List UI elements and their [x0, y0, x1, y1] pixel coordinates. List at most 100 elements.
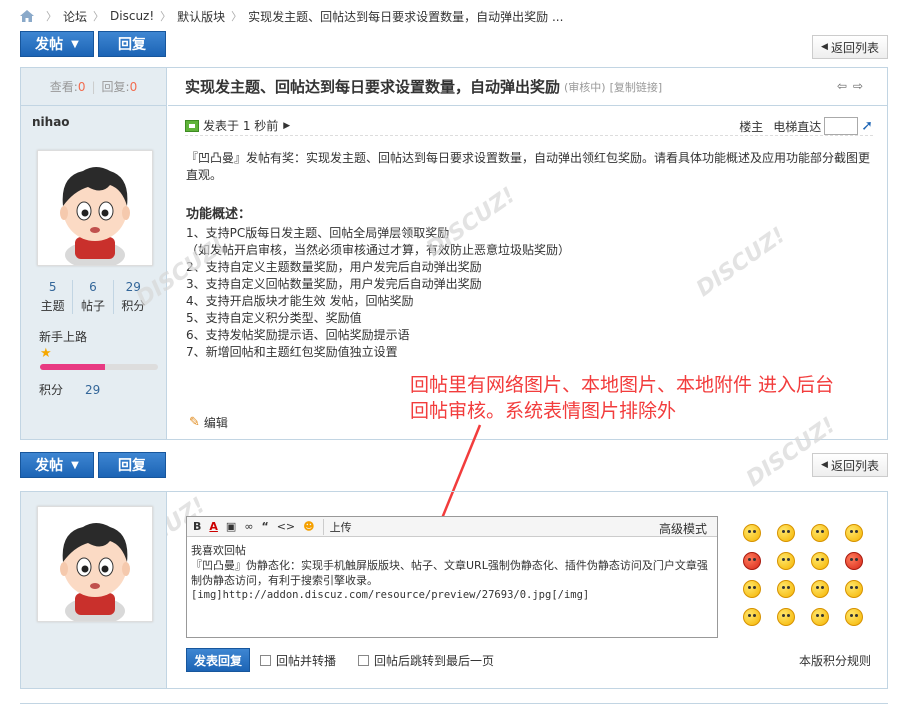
feature-line: （如发帖开启审核，当然必须审核通过才算，有效防止恶意垃圾贴奖励） [186, 243, 571, 257]
font-color-icon[interactable]: A [209, 520, 218, 533]
level-progress-fill [40, 364, 105, 370]
post-meta: 发表于 1 秒前 ▶ 楼主 电梯直达 ➚ [185, 116, 873, 136]
reply-button[interactable]: 回复 [98, 31, 166, 57]
smiley-icon[interactable]: ☻ [303, 520, 314, 533]
credits-counter[interactable]: 29 积分 [114, 280, 153, 314]
breadcrumb-separator: 〉 [231, 10, 243, 23]
repost-checkbox[interactable]: 回帖并转播 [260, 652, 336, 669]
code-icon[interactable]: <> [277, 520, 295, 533]
thread-title-row: 实现发主题、回帖达到每日要求设置数量，自动弹出奖励 (审核中) [复制链接] ⇦… [168, 68, 887, 106]
thread-nav-arrows-icon[interactable]: ⇦⇨ [837, 79, 869, 93]
repost-label: 回帖并转播 [276, 653, 337, 668]
breadcrumb-discuz[interactable]: Discuz! [110, 9, 154, 23]
angry-smiley-icon[interactable] [743, 552, 761, 570]
love-smiley-icon[interactable] [845, 552, 863, 570]
breadcrumb-forum[interactable]: 论坛 [63, 8, 87, 25]
link-icon[interactable]: ∞ [244, 520, 253, 533]
go-arrow-icon[interactable]: ➚ [861, 118, 873, 134]
checkbox-box[interactable] [260, 654, 271, 666]
quote-icon[interactable]: “ [261, 520, 268, 533]
return-list-button[interactable]: ◀ 返回列表 [812, 35, 888, 59]
smiley-panel [743, 524, 881, 626]
posts-counter[interactable]: 6 帖子 [73, 280, 114, 314]
smiley-icon[interactable] [811, 608, 829, 626]
red-annotation: 回帖里有网络图片、本地图片、本地附件 进入后台 回帖审核。系统表情图片排除外 [410, 372, 834, 424]
annotation-line: 回帖里有网络图片、本地图片、本地附件 进入后台 [410, 374, 835, 396]
upload-button[interactable]: 上传 [322, 518, 352, 535]
smiley-icon[interactable] [743, 580, 761, 598]
reply-button-label: 回复 [118, 37, 146, 53]
views-label: 查看: [49, 80, 78, 94]
feature-line: 6、支持发帖奖励提示语、回帖奖励提示语 [186, 328, 410, 342]
breadcrumb-separator: 〉 [160, 10, 172, 23]
caret-down-icon: ▼ [71, 38, 79, 50]
post-content: 『凹凸曼』发帖有奖：实现发主题、回帖达到每日要求设置数量，自动弹出领红包奖励。请… [186, 150, 876, 361]
editor-textarea[interactable]: 我喜欢回帖 『凹凸曼』伪静态化：实现手机触屏版版块、帖子、文章URL强制伪静态化… [187, 537, 717, 609]
triangle-right-icon[interactable]: ▶ [283, 121, 290, 131]
posts-count: 6 [89, 280, 97, 294]
smiley-icon[interactable] [811, 580, 829, 598]
topics-count: 5 [48, 280, 57, 294]
views-count: 0 [77, 79, 86, 94]
smiley-icon[interactable] [777, 608, 795, 626]
credit-rules-link[interactable]: 本版积分规则 [799, 652, 871, 669]
post-button-bottom[interactable]: 发帖 ▼ [20, 452, 94, 478]
smiley-icon[interactable] [845, 608, 863, 626]
topics-label: 主题 [40, 299, 65, 313]
arrow-left-icon: ◀ [821, 42, 828, 52]
post-button-label: 发帖 [35, 458, 64, 474]
smiley-icon[interactable] [777, 580, 795, 598]
smiley-icon[interactable] [743, 608, 761, 626]
reply-button-bottom[interactable]: 回复 [98, 452, 166, 478]
author-sidebar: 查看: 0 | 回复: 0 nihao 5 主题 6 帖子 29 积分 新手上路… [21, 68, 167, 439]
jump-label: 电梯直达 [773, 119, 822, 134]
return-list-label: 返回列表 [830, 40, 879, 55]
smiley-icon[interactable] [811, 552, 829, 570]
editor-line: 我喜欢回帖 [191, 544, 246, 557]
avatar[interactable] [37, 150, 153, 269]
editor-line: [img]http://addon.discuz.com/resource/pr… [191, 589, 590, 601]
replies-label: 回复: [101, 80, 130, 94]
review-status: (审核中) [564, 80, 606, 94]
avatar[interactable] [37, 506, 153, 625]
copy-link[interactable]: [复制链接] [610, 79, 663, 95]
post-button[interactable]: 发帖 ▼ [20, 31, 94, 57]
user-level[interactable]: 新手上路 [39, 328, 87, 345]
smiley-icon[interactable] [845, 524, 863, 542]
reply-editor[interactable]: B A ▣ ∞ “ <> ☻ 上传 高级模式 我喜欢回帖 『凹凸曼』伪静态化：实… [186, 516, 718, 638]
image-icon[interactable]: ▣ [226, 520, 236, 533]
feature-line: 3、支持自定义回帖数量奖励，用户发完后自动弹出奖励 [186, 277, 482, 291]
replies-count: 0 [129, 79, 138, 94]
owner-badge[interactable]: 楼主 [739, 118, 763, 135]
breadcrumb-thread[interactable]: 实现发主题、回帖达到每日要求设置数量，自动弹出奖励 ... [248, 8, 563, 25]
submit-reply-button[interactable]: 发表回复 [186, 648, 250, 672]
smiley-icon[interactable] [777, 524, 795, 542]
smiley-icon[interactable] [811, 524, 829, 542]
edit-link[interactable]: ✎ 编辑 [189, 414, 228, 431]
return-list-button-bottom[interactable]: ◀ 返回列表 [812, 453, 888, 477]
feature-line: 1、支持PC版每日发主题、回帖全局弹层领取奖励 [186, 226, 450, 240]
online-status-icon [185, 119, 199, 132]
thread-stats: 查看: 0 | 回复: 0 [21, 68, 166, 106]
floor-input[interactable] [824, 117, 859, 135]
credit-label: 积分 [39, 383, 64, 397]
checkbox-box[interactable] [358, 654, 370, 666]
bold-icon[interactable]: B [193, 520, 201, 533]
avatar-image [38, 151, 152, 269]
jump-last-checkbox[interactable]: 回帖后跳转到最后一页 [358, 652, 494, 669]
breadcrumb-separator: 〉 [93, 10, 105, 23]
posted-time: 发表于 1 秒前 [203, 119, 279, 133]
footer-divider [20, 703, 888, 704]
smiley-icon[interactable] [845, 580, 863, 598]
breadcrumb-board[interactable]: 默认版块 [177, 8, 225, 25]
smiley-icon[interactable] [777, 552, 795, 570]
floor-jump: 楼主 电梯直达 ➚ [739, 116, 873, 136]
topics-counter[interactable]: 5 主题 [33, 280, 74, 314]
caret-down-icon: ▼ [71, 459, 79, 471]
home-icon[interactable] [20, 10, 34, 22]
smiley-icon[interactable] [743, 524, 761, 542]
feature-line: 4、支持开启版块才能生效 发帖，回帖奖励 [186, 294, 414, 308]
advanced-mode-link[interactable]: 高级模式 [659, 520, 707, 537]
author-name[interactable]: nihao [21, 106, 166, 129]
posts-label: 帖子 [80, 299, 105, 313]
